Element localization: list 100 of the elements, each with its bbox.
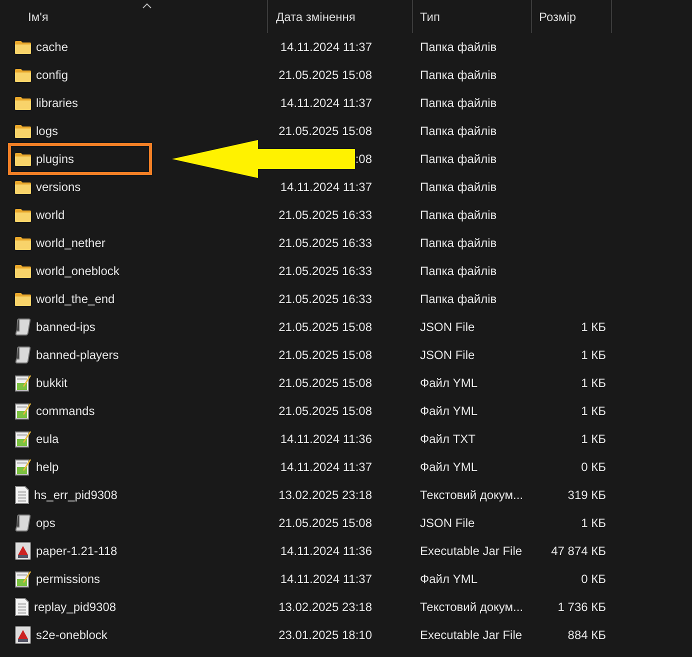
file-size: 1 КБ <box>581 375 606 392</box>
date-modified: 14.11.2024 11:36 <box>279 431 372 447</box>
file-type: Текстовий докум... <box>420 600 524 614</box>
notepad-icon <box>15 430 31 448</box>
file-name[interactable]: plugins <box>36 150 74 168</box>
file-type: JSON File <box>420 516 475 530</box>
file-type: Папка файлів <box>420 236 497 250</box>
date-modified: :08 <box>354 151 372 167</box>
file-type: Текстовий докум... <box>420 488 524 502</box>
date-modified: 21.05.2025 16:33 <box>278 263 372 279</box>
folder-icon <box>15 40 31 54</box>
date-modified: 21.05.2025 15:08 <box>278 67 372 83</box>
document-icon <box>15 598 29 616</box>
column-header[interactable]: Дата змінення <box>276 8 356 26</box>
file-name[interactable]: cache <box>36 38 68 56</box>
arrow-icon <box>171 139 355 179</box>
file-name[interactable]: world_the_end <box>36 290 115 308</box>
date-modified: 21.05.2025 16:33 <box>278 235 372 251</box>
folder-icon <box>15 208 31 222</box>
file-type: JSON File <box>420 320 475 334</box>
date-modified: 23.01.2025 18:10 <box>278 627 372 643</box>
file-type: Папка файлів <box>420 208 497 222</box>
date-modified: 13.02.2025 23:18 <box>278 599 372 615</box>
file-size: 1 КБ <box>581 431 606 448</box>
file-type: Executable Jar File <box>420 628 522 642</box>
date-modified: 21.05.2025 16:33 <box>278 207 372 223</box>
file-type: Папка файлів <box>420 68 497 82</box>
file-name[interactable]: world <box>36 206 65 224</box>
file-size: 1 КБ <box>581 403 606 420</box>
file-size: 0 КБ <box>581 571 606 588</box>
file-name[interactable]: world_oneblock <box>36 262 120 280</box>
script-icon <box>15 346 31 364</box>
date-modified: 14.11.2024 11:37 <box>279 39 372 55</box>
file-type: Файл YML <box>420 376 478 390</box>
file-name[interactable]: libraries <box>36 94 78 112</box>
file-type: Файл TXT <box>420 432 476 446</box>
date-modified: 14.11.2024 11:36 <box>279 543 372 559</box>
file-type: Папка файлів <box>420 96 497 110</box>
file-size: 0 КБ <box>581 459 606 476</box>
file-type: Папка файлів <box>420 180 497 194</box>
file-size: 319 КБ <box>568 487 606 504</box>
script-icon <box>15 514 31 532</box>
file-name[interactable]: ops <box>36 514 56 532</box>
file-type: Папка файлів <box>420 124 497 138</box>
file-size: 1 736 КБ <box>558 599 606 616</box>
date-modified: 21.05.2025 15:08 <box>278 347 372 363</box>
file-type: Папка файлів <box>420 292 497 306</box>
file-type: Файл YML <box>420 460 478 474</box>
folder-icon <box>15 236 31 250</box>
file-name[interactable]: paper-1.21-118 <box>36 542 118 560</box>
file-name[interactable]: s2e-oneblock <box>36 626 108 644</box>
file-name[interactable]: permissions <box>36 570 100 588</box>
folder-icon <box>15 124 31 138</box>
file-name[interactable]: world_nether <box>36 234 106 252</box>
file-name[interactable]: hs_err_pid9308 <box>34 486 118 504</box>
file-type: JSON File <box>420 348 475 362</box>
file-size: 1 КБ <box>581 347 606 364</box>
file-size: 1 КБ <box>581 319 606 336</box>
file-name[interactable]: bukkit <box>36 374 68 392</box>
file-name[interactable]: banned-players <box>36 346 119 364</box>
folder-icon <box>15 96 31 110</box>
date-modified: 21.05.2025 16:33 <box>278 291 372 307</box>
date-modified: 21.05.2025 15:08 <box>278 403 372 419</box>
notepad-icon <box>15 570 31 588</box>
date-modified: 14.11.2024 11:37 <box>279 571 372 587</box>
java-archive-icon <box>15 626 31 644</box>
folder-icon <box>15 264 31 278</box>
folder-icon <box>15 152 31 166</box>
folder-icon <box>15 180 31 194</box>
date-modified: 13.02.2025 23:18 <box>278 487 372 503</box>
file-name[interactable]: replay_pid9308 <box>34 598 116 616</box>
file-size: 1 КБ <box>581 515 606 532</box>
date-modified: 14.11.2024 11:37 <box>279 179 372 195</box>
file-size: 884 КБ <box>568 627 606 644</box>
document-icon <box>15 486 29 504</box>
notepad-icon <box>15 458 31 476</box>
file-type: Папка файлів <box>420 264 497 278</box>
file-name[interactable]: eula <box>36 430 59 448</box>
file-name[interactable]: logs <box>36 122 58 140</box>
folder-icon <box>15 68 31 82</box>
date-modified: 14.11.2024 11:37 <box>279 459 372 475</box>
notepad-icon <box>15 374 31 392</box>
column-header[interactable]: Ім'я <box>28 8 48 26</box>
file-type: Executable Jar File <box>420 544 522 558</box>
file-name[interactable]: config <box>36 66 68 84</box>
file-type: Папка файлів <box>420 152 497 166</box>
file-type: Файл YML <box>420 404 478 418</box>
column-header[interactable]: Тип <box>420 8 440 26</box>
file-name[interactable]: versions <box>36 178 81 196</box>
date-modified: 21.05.2025 15:08 <box>278 123 372 139</box>
file-name[interactable]: help <box>36 458 59 476</box>
column-header[interactable]: Розмір <box>539 8 576 26</box>
file-name[interactable]: commands <box>36 402 95 420</box>
date-modified: 21.05.2025 15:08 <box>278 515 372 531</box>
folder-icon <box>15 292 31 306</box>
date-modified: 21.05.2025 15:08 <box>278 375 372 391</box>
file-type: Файл YML <box>420 572 478 586</box>
date-modified: 21.05.2025 15:08 <box>278 319 372 335</box>
java-archive-icon <box>15 542 31 560</box>
file-name[interactable]: banned-ips <box>36 318 96 336</box>
